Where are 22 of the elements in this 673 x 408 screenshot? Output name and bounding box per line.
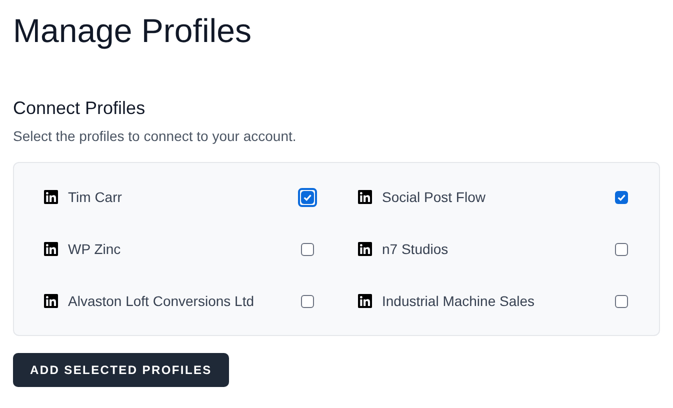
page-title: Manage Profiles [13,11,252,51]
profile-name: n7 Studios [382,241,450,257]
checkbox[interactable] [301,190,314,204]
linkedin-icon [43,241,59,257]
linkedin-icon [357,293,373,309]
linkedin-icon [43,189,59,205]
checkbox[interactable] [615,294,628,308]
linkedin-icon [357,241,373,257]
section-heading: Connect Profiles [13,97,146,120]
checkbox[interactable] [301,294,314,308]
checkbox[interactable] [301,242,314,256]
checkbox[interactable] [615,242,628,256]
section-description: Select the profiles to connect to your account. [13,128,298,144]
profile-name: Social Post Flow [382,189,486,205]
checkbox[interactable] [615,190,628,204]
linkedin-icon [357,189,373,205]
add-selected-profiles-button[interactable]: ADD SELECTED PROFILES [13,353,229,387]
profile-name: WP Zinc [68,241,122,257]
profile-name: Industrial Machine Sales [382,293,536,309]
linkedin-icon [43,293,59,309]
profile-name: Alvaston Loft Conversions Ltd [68,293,255,309]
profile-name: Tim Carr [68,189,123,205]
